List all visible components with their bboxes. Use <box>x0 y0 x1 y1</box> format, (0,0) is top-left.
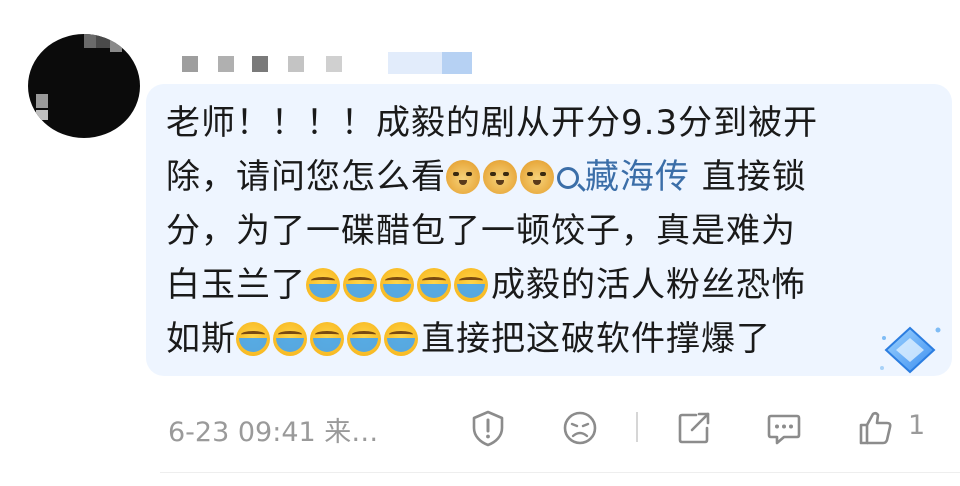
avatar-pixel <box>110 40 122 52</box>
doge-icon <box>520 160 554 194</box>
comment-line-text: 成毅的活人粉丝恐怖 <box>491 265 806 305</box>
diamond-badge-icon <box>876 320 946 380</box>
comment-line-text: 直接把这破软件撑爆了 <box>421 319 771 359</box>
cry-laugh-icon <box>236 322 270 356</box>
cry-laugh-icon <box>417 268 451 302</box>
avatar-pixel <box>84 34 96 48</box>
comment-line: 除，请问您怎么看 藏海传 直接锁 <box>166 150 906 204</box>
avatar[interactable] <box>28 34 140 138</box>
comment-line: 老师！！！！成毅的剧从开分9.3分到被开 <box>166 96 906 150</box>
username-blur <box>388 52 442 74</box>
emoji-reaction-icon[interactable] <box>560 408 600 448</box>
cry-laugh-icon <box>273 322 307 356</box>
cry-laugh-icon <box>347 322 381 356</box>
cry-laugh-icon <box>384 322 418 356</box>
search-icon <box>557 167 579 189</box>
doge-icon <box>483 160 517 194</box>
avatar-pixel <box>96 34 110 48</box>
comment-line: 白玉兰了 成毅的活人粉丝恐怖 <box>166 258 906 312</box>
comment-line: 分，为了一碟醋包了一顿饺子，真是难为 <box>166 204 906 258</box>
comment-line: 如斯 直接把这破软件撑爆了 <box>166 312 906 366</box>
comment-footer: 6-23 09:41 来… 1 <box>0 400 960 460</box>
comment-time: 6-23 09:41 来… <box>168 417 379 448</box>
cry-laugh-icon <box>380 268 414 302</box>
username-blur <box>182 56 198 72</box>
divider <box>160 472 960 473</box>
like-count: 1 <box>908 410 926 441</box>
comment-line-text: 老师！！！！成毅的剧从开分9.3分到被开 <box>166 103 819 143</box>
comment-line-text: 如斯 <box>166 319 236 359</box>
like-icon[interactable] <box>856 408 896 448</box>
username-blur <box>252 56 268 72</box>
username[interactable] <box>176 52 486 74</box>
topic-label: 藏海传 <box>585 157 690 197</box>
cry-laugh-icon <box>310 322 344 356</box>
username-blur <box>218 56 234 72</box>
comment-text: 老师！！！！成毅的剧从开分9.3分到被开 除，请问您怎么看 藏海传 直接锁 分，为… <box>166 96 906 366</box>
topic-link[interactable]: 藏海传 <box>557 157 690 197</box>
report-icon[interactable] <box>468 408 508 448</box>
avatar-pixel <box>36 94 48 108</box>
cry-laugh-icon <box>454 268 488 302</box>
comment-line-text: 除，请问您怎么看 <box>166 157 446 197</box>
share-icon[interactable] <box>674 408 714 448</box>
comment-line-text: 白玉兰了 <box>166 265 306 305</box>
doge-icon <box>446 160 480 194</box>
username-blur <box>288 56 304 72</box>
comment-line-text: 直接锁 <box>690 157 807 197</box>
divider <box>636 412 638 442</box>
reply-icon[interactable] <box>764 408 804 448</box>
cry-laugh-icon <box>306 268 340 302</box>
username-blur <box>442 52 472 74</box>
comment-line-text: 分，为了一碟醋包了一顿饺子，真是难为 <box>166 211 796 251</box>
cry-laugh-icon <box>343 268 377 302</box>
username-blur <box>326 56 342 72</box>
avatar-pixel <box>36 110 48 120</box>
